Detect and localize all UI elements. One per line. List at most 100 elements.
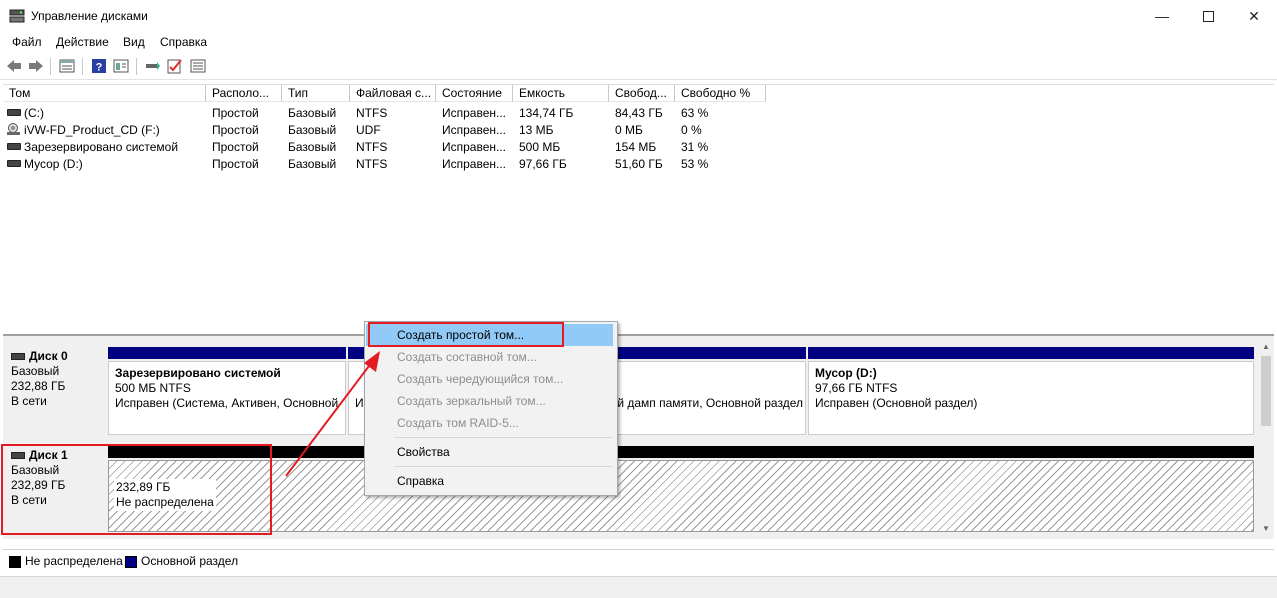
volume-capacity: 134,74 ГБ xyxy=(519,106,574,120)
volume-status: Исправен... xyxy=(442,123,507,137)
volume-capacity: 13 МБ xyxy=(519,123,554,137)
disk-0-label[interactable]: Диск 0 Базовый 232,88 ГБ В сети xyxy=(5,343,105,435)
column-header-capacity[interactable]: Емкость xyxy=(513,85,609,102)
column-header-free-percent[interactable]: Свободно % xyxy=(675,85,766,102)
volume-free-space: 154 МБ xyxy=(615,140,657,154)
volume-layout: Простой xyxy=(212,106,259,120)
help-icon: ? xyxy=(92,59,106,74)
column-header-layout[interactable]: Располо... xyxy=(206,85,282,102)
drive-icon xyxy=(7,160,21,167)
help-button[interactable]: ? xyxy=(90,57,108,75)
volume-free-percent: 0 % xyxy=(681,123,702,137)
volume-capacity: 97,66 ГБ xyxy=(519,157,567,171)
volume-name: Зарезервировано системой xyxy=(24,140,179,154)
annotation-highlight-box xyxy=(1,444,272,535)
disk-management-app-icon xyxy=(9,9,25,23)
properties-icon xyxy=(113,59,129,73)
scroll-up-icon[interactable]: ▲ xyxy=(1262,342,1270,351)
partition-d[interactable]: Мусор (D:) 97,66 ГБ NTFS Исправен (Основ… xyxy=(808,361,1254,435)
menu-help[interactable]: Справка xyxy=(160,35,207,49)
list-view-button[interactable] xyxy=(58,57,76,75)
check-button[interactable] xyxy=(166,57,184,75)
menu-item-create-striped-volume[interactable]: Создать чередующийся том... xyxy=(366,368,613,390)
menu-item-create-raid5-volume[interactable]: Создать том RAID-5... xyxy=(366,412,613,434)
column-header-type[interactable]: Тип xyxy=(282,85,350,102)
column-header-filesystem[interactable]: Файловая с... xyxy=(350,85,436,102)
menu-file[interactable]: Файл xyxy=(12,35,42,49)
legend-label-unallocated: Не распределена xyxy=(25,554,123,568)
maximize-icon xyxy=(1202,10,1214,22)
volume-status: Исправен... xyxy=(442,140,507,154)
volume-free-space: 51,60 ГБ xyxy=(615,157,663,171)
settings-list-button[interactable] xyxy=(189,57,207,75)
volume-capacity: 500 МБ xyxy=(519,140,561,154)
forward-button[interactable] xyxy=(27,57,45,75)
volume-type: Базовый xyxy=(288,123,337,137)
volume-free-space: 0 МБ xyxy=(615,123,643,137)
scroll-thumb[interactable] xyxy=(1261,356,1271,426)
toolbar-separator xyxy=(82,58,83,75)
menu-item-properties[interactable]: Свойства xyxy=(366,441,613,463)
volume-status: Исправен... xyxy=(442,157,507,171)
annotation-arrow xyxy=(285,351,380,477)
volume-type: Базовый xyxy=(288,140,337,154)
disk-0-type: Базовый xyxy=(11,364,60,378)
connect-icon xyxy=(146,62,160,70)
volume-free-space: 84,43 ГБ xyxy=(615,106,663,120)
column-header-status[interactable]: Состояние xyxy=(436,85,513,102)
check-icon xyxy=(167,59,182,74)
minimize-button[interactable]: — xyxy=(1139,0,1185,32)
volume-filesystem: NTFS xyxy=(356,106,388,120)
drive-icon xyxy=(7,109,21,116)
table-row[interactable]: iVW-FD_Product_CD (F:) Простой Базовый U… xyxy=(4,121,764,138)
maximize-button[interactable] xyxy=(1185,0,1231,32)
volume-type: Базовый xyxy=(288,106,337,120)
volume-name: iVW-FD_Product_CD (F:) xyxy=(24,123,160,137)
menu-separator xyxy=(394,466,612,467)
status-bar xyxy=(0,576,1277,598)
partition-size: 97,66 ГБ NTFS xyxy=(815,381,898,395)
svg-text:?: ? xyxy=(96,62,103,74)
disk-0-name: Диск 0 xyxy=(29,349,68,363)
table-row[interactable]: Мусор (D:) Простой Базовый NTFS Исправен… xyxy=(4,155,764,172)
menu-item-help[interactable]: Справка xyxy=(366,470,613,492)
volume-type: Базовый xyxy=(288,157,337,171)
volume-name: Мусор (D:) xyxy=(24,157,83,171)
column-header-free-space[interactable]: Свобод... xyxy=(609,85,675,102)
toolbar-separator xyxy=(136,58,137,75)
scroll-down-icon[interactable]: ▼ xyxy=(1262,524,1270,533)
menu-item-create-spanned-volume[interactable]: Создать составной том... xyxy=(366,346,613,368)
volume-free-percent: 63 % xyxy=(681,106,709,120)
vertical-scrollbar[interactable]: ▲ ▼ xyxy=(1259,340,1273,536)
close-button[interactable]: ✕ xyxy=(1231,0,1277,32)
volume-name: (C:) xyxy=(24,106,44,120)
volume-layout: Простой xyxy=(212,157,259,171)
close-icon: ✕ xyxy=(1248,7,1260,24)
window-title: Управление дисками xyxy=(31,9,148,23)
partition-title: Мусор (D:) xyxy=(815,366,877,380)
list-view-icon xyxy=(59,59,75,73)
legend-label-primary: Основной раздел xyxy=(141,554,239,568)
volume-layout: Простой xyxy=(212,140,259,154)
back-button[interactable] xyxy=(5,57,23,75)
table-row[interactable]: Зарезервировано системой Простой Базовый… xyxy=(4,138,764,155)
properties-button[interactable] xyxy=(112,57,130,75)
menu-item-create-mirrored-volume[interactable]: Создать зеркальный том... xyxy=(366,390,613,412)
menu-action[interactable]: Действие xyxy=(56,35,109,49)
volume-filesystem: NTFS xyxy=(356,140,388,154)
minimize-icon: — xyxy=(1155,8,1169,24)
disk-0-size: 232,88 ГБ xyxy=(11,379,66,393)
menu-view[interactable]: Вид xyxy=(123,35,145,49)
disk-0-name-row: Диск 0 xyxy=(11,349,105,364)
partition-bar xyxy=(808,347,1254,359)
annotation-highlight-box xyxy=(368,322,564,347)
volume-free-percent: 53 % xyxy=(681,157,709,171)
volume-layout: Простой xyxy=(212,123,259,137)
connect-button[interactable] xyxy=(144,57,162,75)
volume-filesystem: UDF xyxy=(356,123,381,137)
column-header-volume[interactable]: Том xyxy=(3,85,206,102)
disk-0-status: В сети xyxy=(11,394,47,408)
volume-status: Исправен... xyxy=(442,106,507,120)
table-row[interactable]: (C:) Простой Базовый NTFS Исправен... 13… xyxy=(4,104,764,121)
cd-drive-icon xyxy=(7,123,20,135)
